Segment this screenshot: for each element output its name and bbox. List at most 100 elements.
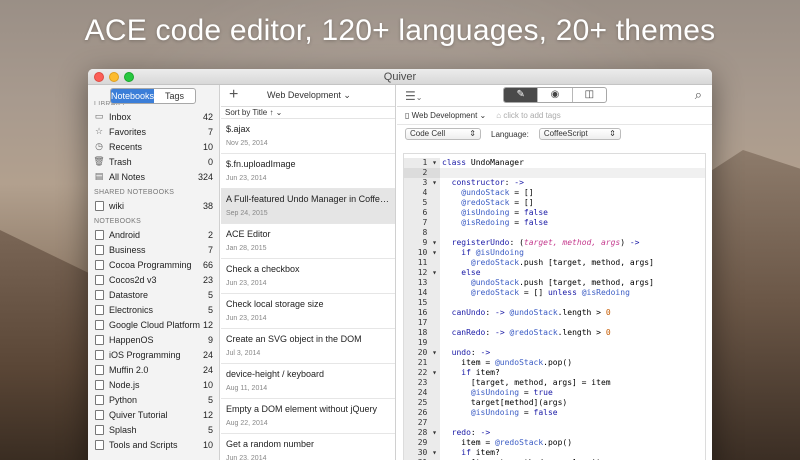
sidebar-item-count: 24 — [202, 364, 213, 375]
note-notebook[interactable]: ▯ Web Development ⌄ — [405, 111, 486, 120]
minimize-button[interactable] — [109, 72, 119, 82]
sidebar-item-notebook[interactable]: Datastore 5 — [88, 287, 219, 302]
search-icon[interactable]: ⌕ — [695, 87, 702, 103]
sidebar-item-recents[interactable]: ◷ Recents 10 — [88, 139, 219, 154]
notebook-selector[interactable]: Web Development ⌄ — [267, 90, 351, 101]
sidebar-item-notebook[interactable]: Google Cloud Platform 12 — [88, 317, 219, 332]
sidebar-item-trash[interactable]: 🗑 Trash 0 — [88, 154, 219, 169]
edit-mode-button[interactable]: ✎ — [504, 88, 539, 102]
code-line[interactable]: 22 ▾ if item? — [404, 368, 705, 378]
sidebar-item-all-notes[interactable]: ▤ All Notes 324 — [88, 169, 219, 184]
code-text: @redoStack.push [target, method, args] — [470, 258, 654, 267]
code-line[interactable]: 25 target[method](args) — [404, 398, 705, 408]
note-list-item[interactable]: Check a checkbox Jun 23, 2014 — [221, 259, 395, 294]
sidebar-item-label: Splash — [109, 424, 137, 435]
code-line[interactable]: 20 ▾ undo: -> — [404, 348, 705, 358]
line-number: 22 ▾ — [404, 368, 440, 378]
code-line[interactable]: 11 @redoStack.push [target, method, args… — [404, 258, 705, 268]
code-line[interactable]: 3 ▾ constructor: -> — [404, 178, 705, 188]
code-line[interactable]: 28 ▾ redo: -> — [404, 428, 705, 438]
sidebar-item-label: iOS Programming — [109, 349, 181, 360]
code-line[interactable]: 13 @undoStack.push [target, method, args… — [404, 278, 705, 288]
tab-notebooks[interactable]: Notebooks — [111, 89, 155, 103]
sidebar-item-label: Inbox — [109, 111, 132, 122]
code-line[interactable]: 24 @isUndoing = true — [404, 388, 705, 398]
note-list-item[interactable]: Check local storage size Jun 23, 2014 — [221, 294, 395, 329]
code-text: @redoStack = [] — [461, 198, 534, 207]
code-line[interactable]: 21 item = @undoStack.pop() — [404, 358, 705, 368]
sidebar-item-notebook[interactable]: Electronics 5 — [88, 302, 219, 317]
line-number: 4 — [404, 188, 440, 198]
sort-by-button[interactable]: Sort by Title ↑ ⌄ — [221, 107, 395, 119]
sidebar-item-notebook[interactable]: iOS Programming 24 — [88, 347, 219, 362]
sidebar-item-favorites[interactable]: ☆ Favorites 7 — [88, 124, 219, 139]
note-date: Sep 24, 2015 — [226, 210, 268, 217]
sidebar-item-notebook[interactable]: Splash 5 — [88, 422, 219, 437]
code-line[interactable]: 30 ▾ if item? — [404, 448, 705, 458]
code-line[interactable]: 6 @isUndoing = false — [404, 208, 705, 218]
note-list-item[interactable]: ACE Editor Jan 28, 2015 — [221, 224, 395, 259]
split-mode-button[interactable]: ◫ — [573, 88, 606, 102]
code-line[interactable]: 16 canUndo: -> @undoStack.length > 0 — [404, 308, 705, 318]
code-line[interactable]: 15 — [404, 298, 705, 308]
code-line[interactable]: 29 item = @redoStack.pop() — [404, 438, 705, 448]
sidebar-item-notebook[interactable]: Tools and Scripts 10 — [88, 437, 219, 452]
code-line[interactable]: 10 ▾ if @isUndoing — [404, 248, 705, 258]
code-editor[interactable]: 1 ▾ class UndoManager 2 3 ▾ constructor: -… — [404, 158, 705, 460]
note-list-item[interactable]: $.fn.uploadImage Jun 23, 2014 — [221, 154, 395, 189]
sidebar-item-notebook[interactable]: Quiver Tutorial 12 — [88, 407, 219, 422]
cell-type-select[interactable]: Code Cell ⇕ — [405, 128, 481, 140]
note-list-item[interactable]: Create an SVG object in the DOM Jul 3, 20… — [221, 329, 395, 364]
tab-tags[interactable]: Tags — [154, 89, 195, 103]
code-text: @undoStack = [] — [461, 188, 534, 197]
sidebar-item-notebook[interactable]: HappenOS 9 — [88, 332, 219, 347]
code-cell[interactable]: 1 ▾ class UndoManager 2 3 ▾ constructor: -… — [403, 153, 706, 460]
preview-mode-button[interactable]: ◉ — [538, 88, 573, 102]
code-line[interactable]: 27 — [404, 418, 705, 428]
sidebar-item-wiki[interactable]: wiki 38 — [88, 198, 219, 213]
code-line[interactable]: 12 ▾ else — [404, 268, 705, 278]
code-line[interactable]: 4 @undoStack = [] — [404, 188, 705, 198]
code-line[interactable]: 17 — [404, 318, 705, 328]
note-list-item[interactable]: A Full-featured Undo Manager in CoffeeSc… — [221, 189, 395, 224]
note-list-item[interactable]: Get a random number Jun 23, 2014 — [221, 434, 395, 460]
tag-input[interactable]: ⌂ click to add tags — [496, 111, 560, 120]
code-line[interactable]: 2 — [404, 168, 705, 178]
language-select[interactable]: CoffeeScript ⇕ — [538, 128, 621, 140]
line-number: 16 — [404, 308, 440, 318]
new-note-button[interactable]: + — [229, 86, 238, 104]
note-list-item[interactable]: device-height / keyboard Aug 11, 2014 — [221, 364, 395, 399]
code-line[interactable]: 8 — [404, 228, 705, 238]
line-number: 27 — [404, 418, 440, 428]
notebook-icon — [94, 229, 104, 240]
close-button[interactable] — [94, 72, 104, 82]
sidebar-item-notebook[interactable]: Android 2 — [88, 227, 219, 242]
sidebar-item-notebook[interactable]: Cocoa Programming 66 — [88, 257, 219, 272]
code-line[interactable]: 1 ▾ class UndoManager — [404, 158, 705, 168]
code-line[interactable]: 5 @redoStack = [] — [404, 198, 705, 208]
zoom-button[interactable] — [124, 72, 134, 82]
code-line[interactable]: 19 — [404, 338, 705, 348]
code-line[interactable]: 23 [target, method, args] = item — [404, 378, 705, 388]
note-list-item[interactable]: Empty a DOM element without jQuery Aug 22… — [221, 399, 395, 434]
notes-container: $.ajax Nov 25, 2014 $.fn.uploadImage Jun 23… — [221, 119, 395, 460]
menu-icon[interactable]: ☰⌄ — [405, 89, 422, 103]
code-line[interactable]: 14 @redoStack = [] unless @isRedoing — [404, 288, 705, 298]
code-line[interactable]: 18 canRedo: -> @redoStack.length > 0 — [404, 328, 705, 338]
sidebar-tabs: Notebooks Tags — [110, 88, 196, 104]
code-line[interactable]: 7 @isRedoing = false — [404, 218, 705, 228]
sidebar-item-notebook[interactable]: Business 7 — [88, 242, 219, 257]
sidebar-item-count: 2 — [207, 229, 213, 240]
sidebar-item-notebook[interactable]: Muffin 2.0 24 — [88, 362, 219, 377]
code-line[interactable]: 9 ▾ registerUndo: (target, method, args)… — [404, 238, 705, 248]
trash-icon: 🗑 — [93, 156, 105, 166]
split-view-icon: ◫ — [584, 89, 595, 100]
sidebar-item-inbox[interactable]: ▭ Inbox 42 — [88, 109, 219, 124]
code-line[interactable]: 26 @isUndoing = false — [404, 408, 705, 418]
note-list-item[interactable]: $.ajax Nov 25, 2014 — [221, 119, 395, 154]
sidebar-item-notebook[interactable]: Python 5 — [88, 392, 219, 407]
line-number: 30 ▾ — [404, 448, 440, 458]
sidebar-item-notebook[interactable]: Node.js 10 — [88, 377, 219, 392]
sidebar-item-notebook[interactable]: Cocos2d v3 23 — [88, 272, 219, 287]
code-text: if @isUndoing — [461, 248, 524, 257]
